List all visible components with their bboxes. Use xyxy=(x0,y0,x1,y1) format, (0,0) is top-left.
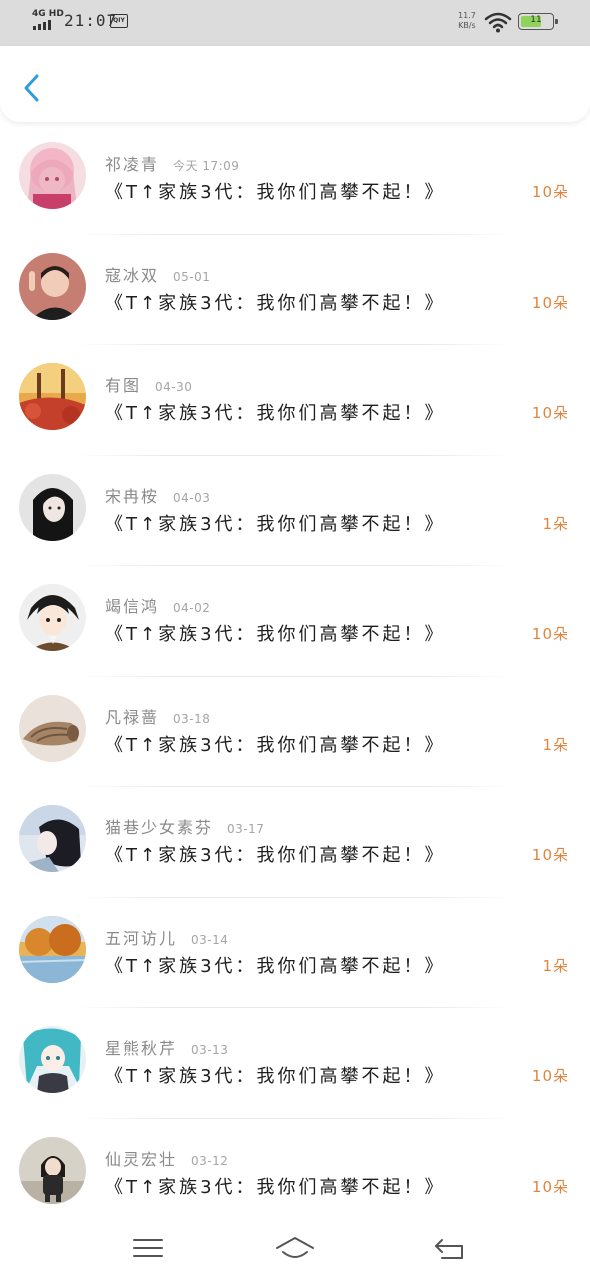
status-bar: 4G HD 21:07 QIY 11.7 KB/s 11 xyxy=(0,0,590,46)
user-name: 宋冉桉 xyxy=(105,486,160,506)
avatar[interactable] xyxy=(19,694,86,762)
speed-value: 11.7 xyxy=(458,11,476,20)
date-label: 03-18 xyxy=(173,711,211,726)
user-name: 有图 xyxy=(105,376,142,395)
battery-icon: 11 xyxy=(518,13,558,30)
user-name: 仙灵宏壮 xyxy=(105,1149,178,1169)
signal-icon xyxy=(33,20,51,30)
flower-count: 10朵 xyxy=(531,625,569,643)
avatar[interactable] xyxy=(19,1136,86,1204)
date-label: 05-01 xyxy=(173,269,211,284)
avatar[interactable] xyxy=(19,252,86,320)
flower-count: 1朵 xyxy=(542,514,569,533)
user-name: 凡禄蔷 xyxy=(105,707,160,727)
list-item[interactable]: 有图 04-30 《T↑家族3代：我你们高攀不起！》 10朵 xyxy=(0,345,590,456)
avatar[interactable] xyxy=(19,584,86,651)
back-chevron-icon[interactable] xyxy=(16,70,48,106)
gift-title: 《T↑家族3代：我你们高攀不起！》 xyxy=(105,1066,446,1087)
date-label: 04-30 xyxy=(155,380,193,394)
user-name: 寇冰双 xyxy=(105,265,160,285)
list-item[interactable]: 凡禄蔷 03-18 《T↑家族3代：我你们高攀不起！》 1朵 xyxy=(0,677,590,787)
list-item[interactable]: 五河访儿 03-14 《T↑家族3代：我你们高攀不起！》 1朵 xyxy=(0,898,590,1008)
avatar[interactable] xyxy=(19,142,86,209)
list-item[interactable]: 宋冉桉 04-03 《T↑家族3代：我你们高攀不起！》 1朵 xyxy=(0,456,590,566)
gift-title: 《T↑家族3代：我你们高攀不起！》 xyxy=(105,734,446,756)
flower-count: 10朵 xyxy=(531,404,569,422)
battery-level: 11 xyxy=(530,15,542,25)
gift-title: 《T↑家族3代：我你们高攀不起！》 xyxy=(105,182,446,203)
date-label: 04-02 xyxy=(173,601,211,615)
gift-title: 《T↑家族3代：我你们高攀不起！》 xyxy=(105,292,446,314)
list-item[interactable]: 星熊秋芹 03-13 《T↑家族3代：我你们高攀不起！》 10朵 xyxy=(0,1008,590,1119)
flower-count: 10朵 xyxy=(531,183,569,201)
gift-title: 《T↑家族3代：我你们高攀不起！》 xyxy=(105,955,446,977)
list-item[interactable]: 猫巷少女素芬 03-17 《T↑家族3代：我你们高攀不起！》 10朵 xyxy=(0,787,590,898)
avatar[interactable] xyxy=(19,915,86,983)
network-speed: 11.7 KB/s xyxy=(458,11,476,31)
speed-unit: KB/s xyxy=(458,21,476,30)
home-icon[interactable] xyxy=(275,1232,315,1264)
gift-title: 《T↑家族3代：我你们高攀不起！》 xyxy=(105,403,446,424)
list-item[interactable]: 仙灵宏壮 03-12 《T↑家族3代：我你们高攀不起！》 10朵 xyxy=(0,1119,590,1230)
date-label: 今天 17:09 xyxy=(173,159,240,173)
avatar[interactable] xyxy=(19,805,86,872)
list-item[interactable]: 竭信鸿 04-02 《T↑家族3代：我你们高攀不起！》 10朵 xyxy=(0,566,590,677)
gift-title: 《T↑家族3代：我你们高攀不起！》 xyxy=(105,1176,446,1198)
user-name: 星熊秋芹 xyxy=(105,1039,178,1058)
date-label: 03-13 xyxy=(191,1043,229,1057)
app-notification-icon: QIY xyxy=(110,14,128,28)
avatar[interactable] xyxy=(19,473,86,541)
gift-title: 《T↑家族3代：我你们高攀不起！》 xyxy=(105,845,446,866)
top-header xyxy=(0,46,590,122)
network-indicator: 4G HD xyxy=(32,9,64,19)
back-return-icon[interactable] xyxy=(430,1232,470,1264)
wifi-icon xyxy=(484,12,512,33)
user-name: 祁凌青 xyxy=(105,155,160,174)
user-name: 五河访儿 xyxy=(105,928,178,948)
gift-list: 祁凌青 今天 17:09 《T↑家族3代：我你们高攀不起！》 10朵 寇冰双 05-… xyxy=(0,124,590,1229)
avatar[interactable] xyxy=(19,363,86,430)
flower-count: 10朵 xyxy=(531,846,569,864)
gift-title: 《T↑家族3代：我你们高攀不起！》 xyxy=(105,513,446,535)
user-name: 猫巷少女素芬 xyxy=(105,818,214,837)
flower-count: 10朵 xyxy=(531,1177,569,1196)
flower-count: 1朵 xyxy=(542,735,569,754)
menu-icon[interactable] xyxy=(128,1232,168,1264)
date-label: 03-12 xyxy=(191,1153,229,1168)
flower-count: 10朵 xyxy=(531,293,569,312)
date-label: 03-14 xyxy=(191,932,229,947)
avatar[interactable] xyxy=(19,1026,86,1093)
date-label: 03-17 xyxy=(227,822,265,836)
list-item[interactable]: 祁凌青 今天 17:09 《T↑家族3代：我你们高攀不起！》 10朵 xyxy=(0,124,590,235)
list-item[interactable]: 寇冰双 05-01 《T↑家族3代：我你们高攀不起！》 10朵 xyxy=(0,235,590,345)
flower-count: 1朵 xyxy=(542,956,569,975)
date-label: 04-03 xyxy=(173,490,211,505)
user-name: 竭信鸿 xyxy=(105,597,160,616)
gift-title: 《T↑家族3代：我你们高攀不起！》 xyxy=(105,624,446,645)
system-nav-bar xyxy=(0,1220,590,1280)
flower-count: 10朵 xyxy=(531,1067,569,1085)
